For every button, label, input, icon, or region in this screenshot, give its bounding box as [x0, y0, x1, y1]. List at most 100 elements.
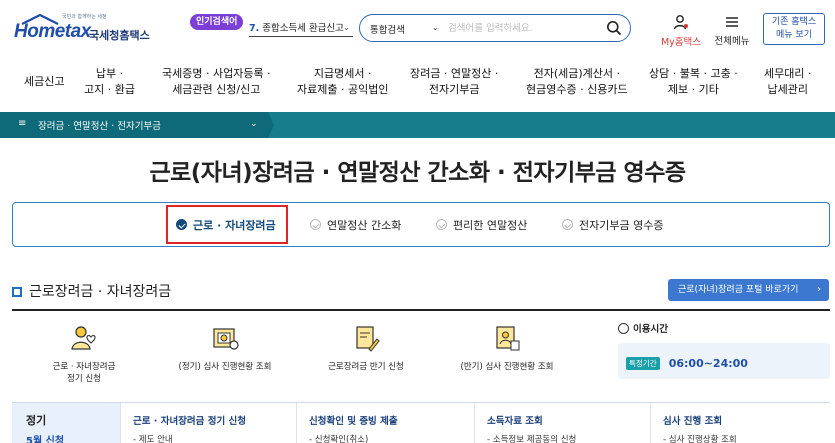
period-badge: 특정기간	[626, 357, 660, 370]
nav-item-payment[interactable]: 납부 · 고지 · 환급	[84, 66, 135, 98]
check-circle-icon	[310, 219, 321, 230]
service-regular-status[interactable]: (정기) 심사 진행현황 조회	[165, 323, 285, 373]
tab-label: 연말정산 간소화	[327, 218, 402, 232]
usage-title-text: 이용시간	[633, 324, 668, 335]
tab-convenient-year-end[interactable]: 편리한 연말정산	[436, 203, 527, 246]
nav-item-e-invoice[interactable]: 전자(세금)계산서 · 현금영수증 · 신용카드	[526, 66, 628, 98]
service-label: (정기) 심사 진행현황 조회	[178, 362, 272, 372]
breadcrumb[interactable]: ≡ 장려금 · 연말정산 · 전자기부금 ⌄	[0, 112, 268, 138]
nav-item-tax-agent[interactable]: 세무대리 · 납세관리	[764, 66, 811, 98]
section-title: 근로장려금 · 자녀장려금	[12, 281, 171, 301]
search-input[interactable]	[448, 20, 598, 36]
schedule-table: 정기 5월 신청 근로 · 자녀장려금 정기 신청 - 제도 안내 신청확인 및…	[12, 402, 830, 443]
classic-menu-line2: 메뉴 보기	[776, 30, 812, 40]
document-search-icon	[213, 328, 239, 350]
schedule-sub[interactable]: - 심사 진행상황 조회	[663, 433, 737, 443]
schedule-period: 정기 5월 신청	[12, 403, 120, 443]
service-label: 정기 신청	[67, 374, 101, 384]
chevron-down-icon[interactable]: ⌄	[432, 23, 439, 32]
service-half-year-application[interactable]: 근로장려금 반기 신청	[306, 323, 426, 373]
document-pen-icon	[356, 326, 380, 352]
schedule-column-review[interactable]: 심사 진행 조회 - 심사 진행상황 조회	[650, 403, 830, 443]
breadcrumb-label: 장려금 · 연말정산 · 전자기부금	[38, 121, 161, 132]
logo-brand-kr: 국세청홈택스	[89, 29, 150, 42]
top-header: 국민과 함께하는 세정 Hometax 국세청홈택스 인기검색어 7. 종합소득세…	[0, 0, 835, 58]
logo-brand: Hometax	[14, 21, 91, 42]
person-heart-icon	[71, 326, 96, 350]
menu-icon: ≡	[18, 118, 27, 129]
schedule-sub[interactable]: - 신청확인(취소)	[309, 433, 368, 443]
schedule-heading: 신청확인 및 증빙 제출	[309, 416, 398, 427]
check-circle-icon	[562, 219, 573, 230]
classic-menu-button[interactable]: 기존 홈택스 메뉴 보기	[763, 13, 825, 45]
user-icon	[673, 15, 688, 30]
schedule-column-application[interactable]: 근로 · 자녀장려금 정기 신청 - 제도 안내	[120, 403, 296, 443]
nav-item-label: 납부 ·	[95, 67, 124, 80]
page-title: 근로(자녀)장려금 · 연말정산 간소화 · 전자기부금 영수증	[149, 160, 686, 186]
usage-time-panel: 이용시간 특정기간 06:00~24:00	[618, 321, 830, 379]
nav-item-label: 전자(세금)계산서 ·	[533, 67, 620, 80]
nav-item-label: 지급명세서 ·	[313, 67, 372, 80]
classic-menu-line1: 기존 홈택스	[771, 17, 817, 27]
schedule-heading: 심사 진행 조회	[663, 416, 723, 427]
schedule-sub[interactable]: - 소득정보 제공동의 신청	[487, 433, 576, 443]
popular-search-term[interactable]: 7. 종합소득세 환급신고	[249, 20, 353, 37]
main-navigation: 세금신고 납부 · 고지 · 환급 국세증명 · 사업자등록 · 세금관련 신청…	[0, 58, 835, 110]
schedule-heading: 근로 · 자녀장려금 정기 신청	[133, 416, 246, 427]
breadcrumb-arrow	[268, 112, 274, 138]
tab-label: 전자기부금 영수증	[579, 218, 664, 232]
nav-item-incentives[interactable]: 장려금 · 연말정산 · 전자기부금	[410, 66, 498, 98]
check-circle-icon	[436, 219, 447, 230]
schedule-sub[interactable]: - 제도 안내	[133, 433, 173, 443]
nav-item-tax-filing[interactable]: 세금신고	[24, 74, 64, 90]
hometax-logo[interactable]: 국민과 함께하는 세정 Hometax 국세청홈택스	[14, 13, 154, 43]
nav-item-label: 세금신고	[24, 75, 65, 88]
section-divider	[12, 309, 830, 311]
all-menu-button[interactable]: 전체메뉴	[711, 14, 753, 47]
portal-shortcut-button[interactable]: 근로(자녀)장려금 포털 바로가기 ›	[668, 279, 829, 301]
nav-item-statements[interactable]: 지급명세서 · 자료제출 · 공익법인	[297, 66, 388, 98]
nav-item-label: 현금영수증 · 신용카드	[526, 83, 628, 96]
tab-e-donation-receipt[interactable]: 전자기부금 영수증	[562, 203, 663, 246]
schedule-heading: 소득자료 조회	[487, 416, 543, 427]
search-icon[interactable]	[606, 20, 622, 36]
chevron-down-icon[interactable]: ⌄	[343, 23, 350, 32]
nav-item-label: 자료제출 · 공익법인	[297, 83, 389, 96]
portal-shortcut-label: 근로(자녀)장려금 포털 바로가기	[678, 285, 799, 295]
schedule-column-income-data[interactable]: 소득자료 조회 - 소득정보 제공동의 신청	[474, 403, 650, 443]
schedule-month: 5월 신청	[26, 436, 65, 443]
service-label: 근로 · 자녀장려금	[52, 362, 116, 372]
tab-label: 편리한 연말정산	[453, 218, 528, 232]
section-title-text: 근로장려금 · 자녀장려금	[29, 284, 172, 300]
popular-search-text: 종합소득세 환급신고	[262, 23, 344, 34]
mytax-label: My홈택스	[660, 37, 702, 48]
schedule-type: 정기	[26, 414, 47, 427]
hamburger-icon	[726, 17, 738, 27]
breadcrumb-bar: ≡ 장려금 · 연말정산 · 전자기부금 ⌄	[0, 112, 835, 138]
schedule-column-confirmation[interactable]: 신청확인 및 증빙 제출 - 신청확인(취소)	[296, 403, 474, 443]
nav-item-certificates[interactable]: 국세증명 · 사업자등록 · 세금관련 신청/신고	[162, 66, 271, 98]
service-label: 근로장려금 반기 신청	[328, 362, 404, 372]
service-half-year-status[interactable]: (반기) 심사 진행현황 조회	[447, 323, 567, 373]
nav-item-label: 상담 · 불복 · 고충 ·	[649, 67, 738, 80]
service-regular-application[interactable]: 근로 · 자녀장려금 정기 신청	[24, 323, 144, 385]
nav-item-label: 세무대리 ·	[764, 67, 812, 80]
document-person-icon	[496, 326, 520, 351]
nav-item-label: 납세관리	[767, 83, 808, 96]
service-label: (반기) 심사 진행현황 조회	[460, 362, 554, 372]
clock-icon	[618, 323, 629, 334]
logo-tagline: 국민과 함께하는 세정	[62, 14, 107, 20]
usage-time-title: 이용시간	[618, 321, 830, 335]
mytax-button[interactable]: My홈택스	[659, 14, 703, 48]
usage-time-box: 특정기간 06:00~24:00	[618, 343, 830, 379]
nav-item-label: 장려금 · 연말정산 ·	[410, 67, 499, 80]
tab-bar: 근로 · 자녀장려금 연말정산 간소화 편리한 연말정산 전자기부금 영수증	[12, 202, 830, 247]
tab-year-end-simplified[interactable]: 연말정산 간소화	[310, 203, 401, 246]
nav-item-consultation[interactable]: 상담 · 불복 · 고충 · 제보 · 기타	[649, 66, 738, 98]
popular-search-rank: 7.	[249, 23, 260, 34]
popular-search-badge: 인기검색어	[190, 14, 244, 30]
square-bullet-icon	[12, 287, 22, 297]
search-bar: 통합검색 ⌄	[359, 14, 631, 42]
nav-item-label: 고지 · 환급	[84, 83, 135, 96]
search-scope-select[interactable]: 통합검색	[370, 22, 405, 36]
